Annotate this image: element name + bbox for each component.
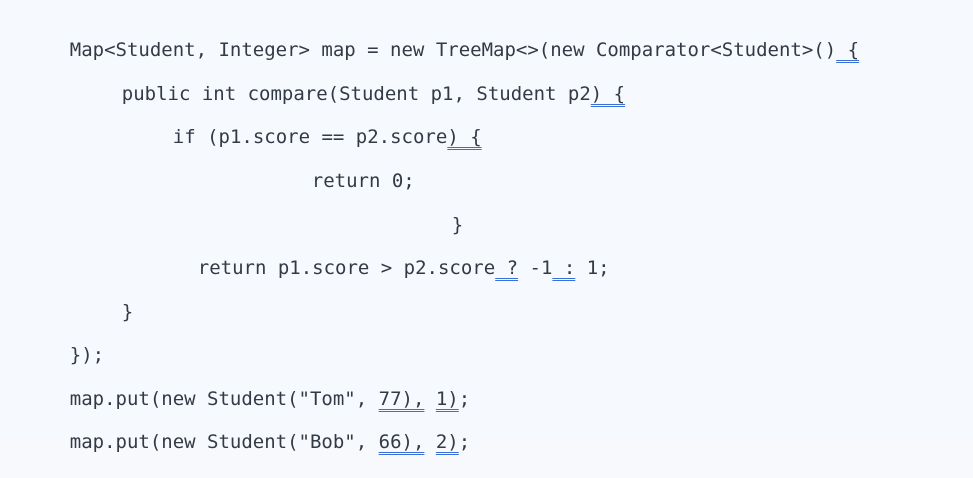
code-underlined-text: ? <box>495 257 519 279</box>
code-text: -1 <box>518 257 553 279</box>
code-text: 1; <box>575 257 610 279</box>
code-text: } <box>121 301 134 323</box>
code-line-10: map.put(new Student("Bob", 66), 2); <box>24 406 470 453</box>
code-line-3: if (p1.score == p2.score) { <box>127 101 482 148</box>
code-underlined-text: { <box>836 39 860 61</box>
code-line-5: } <box>406 189 463 236</box>
code-text: ; <box>458 431 471 453</box>
code-underlined-text: 66), <box>378 431 425 453</box>
code-line-7: } <box>76 276 133 323</box>
code-underlined-text: ) { <box>590 83 626 105</box>
code-text: map.put(new Student("Bob", <box>69 431 379 453</box>
code-underlined-text: : <box>552 257 576 279</box>
code-underlined-text: 2) <box>435 431 459 453</box>
code-line-2: public int compare(Student p1, Student p… <box>76 58 625 105</box>
code-line-6: return p1.score > p2.score ? -1 : 1; <box>152 232 610 279</box>
code-line-1: Map<Student, Integer> map = new TreeMap<… <box>24 14 859 61</box>
code-text: return 0; <box>311 170 415 192</box>
code-snippet: Map<Student, Integer> map = new TreeMap<… <box>0 0 973 453</box>
code-line-8: }); <box>24 319 104 366</box>
code-underlined-text: ) { <box>447 126 482 148</box>
code-text: return p1.score > p2.score <box>197 257 496 279</box>
code-line-4: return 0; <box>266 145 415 192</box>
code-line-9: map.put(new Student("Tom", 77), 1); <box>24 363 470 410</box>
